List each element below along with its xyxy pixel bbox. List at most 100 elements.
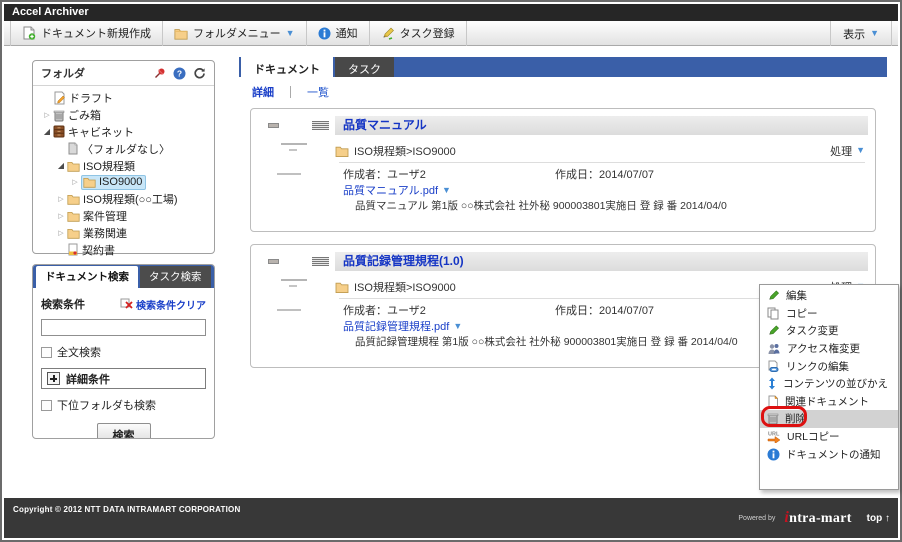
tree-item-label: キャビネット [68, 124, 134, 140]
pin-icon[interactable] [154, 67, 166, 79]
menu-item-label: リンクの編集 [786, 359, 849, 374]
menu-item-edit-link[interactable]: リンクの編集 [760, 357, 898, 375]
tab-task-search[interactable]: タスク検索 [140, 266, 211, 288]
search-keyword-input[interactable] [41, 319, 206, 336]
tree-item-label: 契約書 [82, 242, 115, 258]
tree-item-label: ISO規程類 [83, 158, 135, 174]
menu-item-edit[interactable]: 編集 [760, 287, 898, 305]
menu-item-related-document[interactable]: 関連ドキュメント [760, 393, 898, 411]
folder-icon [67, 227, 80, 239]
tab-document[interactable]: ドキュメント [241, 57, 333, 77]
detail-conditions-expander[interactable]: 詳細条件 [41, 368, 206, 389]
tree-item-iso-rules-factory[interactable]: ▷ ISO規程類(○○工場) [35, 191, 212, 208]
menu-item-label: ドキュメントの通知 [786, 447, 881, 462]
toolbar-button-label: ドキュメント新規作成 [41, 25, 151, 41]
document-file-link[interactable]: 品質記録管理規程.pdf [343, 318, 449, 334]
view-list-link[interactable]: 一覧 [307, 84, 329, 100]
notification-button[interactable]: 通知 [307, 21, 370, 46]
chevron-down-icon: ▼ [870, 29, 879, 38]
menu-item-url-copy[interactable]: URL URLコピー [760, 428, 898, 446]
view-detail-link[interactable]: 詳細 [252, 84, 274, 100]
document-folder-path: ISO規程類>ISO9000 [354, 143, 456, 159]
clear-search-conditions-link[interactable]: 検索条件クリア [120, 297, 206, 312]
menu-item-delete[interactable]: 削除 [760, 410, 898, 428]
document-created-date: 作成日：2014/07/07 [555, 166, 654, 182]
folder-tree: ドラフト ▷ ごみ箱 ◢ キャビネット 〈フォルダなし〉 ◢ ISO規程類 [33, 86, 214, 262]
refresh-icon[interactable] [193, 67, 206, 80]
expand-toggle-icon[interactable]: ▷ [69, 178, 81, 186]
expand-toggle-icon[interactable]: ▷ [55, 229, 67, 237]
tree-item-label: 業務関連 [83, 225, 127, 241]
subfolder-checkbox[interactable] [41, 400, 52, 411]
tree-item-label: 〈フォルダなし〉 [82, 141, 170, 157]
document-file-link[interactable]: 品質マニュアル.pdf [343, 182, 438, 198]
menu-item-access-rights[interactable]: アクセス権変更 [760, 340, 898, 358]
pencil-icon [767, 289, 780, 302]
process-menu-button[interactable]: 処理 ▼ [830, 143, 865, 159]
task-register-button[interactable]: タスク登録 [370, 21, 467, 46]
svg-text:URL: URL [768, 432, 780, 438]
clear-icon [120, 298, 133, 310]
fulltext-label: 全文検索 [57, 344, 101, 360]
menu-item-copy[interactable]: コピー [760, 305, 898, 323]
tree-item-contracts[interactable]: 契約書 [35, 241, 212, 258]
expand-toggle-icon[interactable]: ▷ [41, 111, 53, 119]
draft-icon [53, 91, 66, 105]
folder-menu-button[interactable]: フォルダメニュー ▼ [163, 21, 307, 46]
process-context-menu: 編集 コピー タスク変更 アクセス権変更 リンクの編集 コンテンツの並びかえ 関… [759, 284, 899, 490]
fulltext-checkbox[interactable] [41, 347, 52, 358]
toolbar-button-label: フォルダメニュー [193, 25, 281, 41]
document-thumbnail[interactable] [263, 117, 333, 221]
document-description: 品質マニュアル 第1版 ○○株式会社 社外秘 900003801実施日 登 録 … [355, 198, 863, 213]
app-window: Accel Archiver ドキュメント新規作成 フォルダメニュー ▼ 通知 … [0, 0, 902, 542]
expand-toggle-icon[interactable]: ▷ [55, 212, 67, 220]
url-icon: URL [767, 430, 781, 443]
tab-document-search[interactable]: ドキュメント検索 [36, 266, 138, 288]
tree-item-draft[interactable]: ドラフト [35, 90, 212, 107]
display-menu-label: 表示 [843, 26, 865, 42]
tab-task[interactable]: タスク [335, 57, 394, 77]
cabinet-icon [53, 125, 65, 138]
tree-item-iso-rules[interactable]: ◢ ISO規程類 [35, 157, 212, 174]
link-icon [767, 360, 780, 373]
back-to-top-link[interactable]: top ↑ [867, 513, 890, 524]
search-panel: ドキュメント検索 タスク検索 検索条件 検索条件クリア 全文検索 詳細条件 [32, 264, 215, 439]
plus-icon[interactable] [47, 372, 60, 385]
intra-mart-logo: intra-mart [784, 509, 851, 527]
tree-item-business-related[interactable]: ▷ 業務関連 [35, 224, 212, 241]
help-icon[interactable]: ? [173, 67, 186, 80]
chevron-down-icon[interactable]: ▼ [442, 186, 451, 195]
folder-icon [83, 176, 96, 188]
selected-tree-item[interactable]: ISO9000 [81, 175, 146, 190]
menu-item-label: タスク変更 [786, 323, 839, 338]
document-thumbnail[interactable] [263, 253, 333, 357]
menu-item-task-change[interactable]: タスク変更 [760, 322, 898, 340]
tree-item-label: ISO9000 [99, 176, 142, 188]
main-tab-bar: ドキュメント タスク [239, 57, 887, 77]
document-title: 品質記録管理規程(1.0) [335, 252, 868, 271]
menu-item-sort-contents[interactable]: コンテンツの並びかえ [760, 375, 898, 393]
tree-item-cabinet[interactable]: ◢ キャビネット [35, 124, 212, 141]
new-document-icon [22, 26, 36, 40]
expand-toggle-icon[interactable]: ▷ [55, 195, 67, 203]
new-document-button[interactable]: ドキュメント新規作成 [10, 21, 163, 46]
tree-item-no-folder[interactable]: 〈フォルダなし〉 [35, 140, 212, 157]
search-condition-label: 検索条件 [41, 296, 85, 312]
display-menu-button[interactable]: 表示 ▼ [830, 21, 892, 46]
collapse-toggle-icon[interactable]: ◢ [41, 127, 53, 136]
pencil-icon [767, 324, 780, 337]
folder-icon [335, 281, 349, 293]
tree-item-iso9000[interactable]: ▷ ISO9000 [35, 174, 212, 191]
menu-item-label: アクセス権変更 [787, 341, 860, 356]
folder-icon [67, 160, 80, 172]
collapse-toggle-icon[interactable]: ◢ [55, 161, 67, 170]
document-title: 品質マニュアル [335, 116, 868, 135]
divider [290, 86, 291, 98]
document-creator: 作成者：ユーザ2 [343, 302, 555, 318]
search-button[interactable]: 検索 [97, 423, 151, 439]
tree-item-case-management[interactable]: ▷ 案件管理 [35, 208, 212, 225]
menu-item-document-notification[interactable]: ドキュメントの通知 [760, 445, 898, 463]
trash-icon [53, 109, 65, 122]
chevron-down-icon[interactable]: ▼ [453, 322, 462, 331]
tree-item-trash[interactable]: ▷ ごみ箱 [35, 107, 212, 124]
